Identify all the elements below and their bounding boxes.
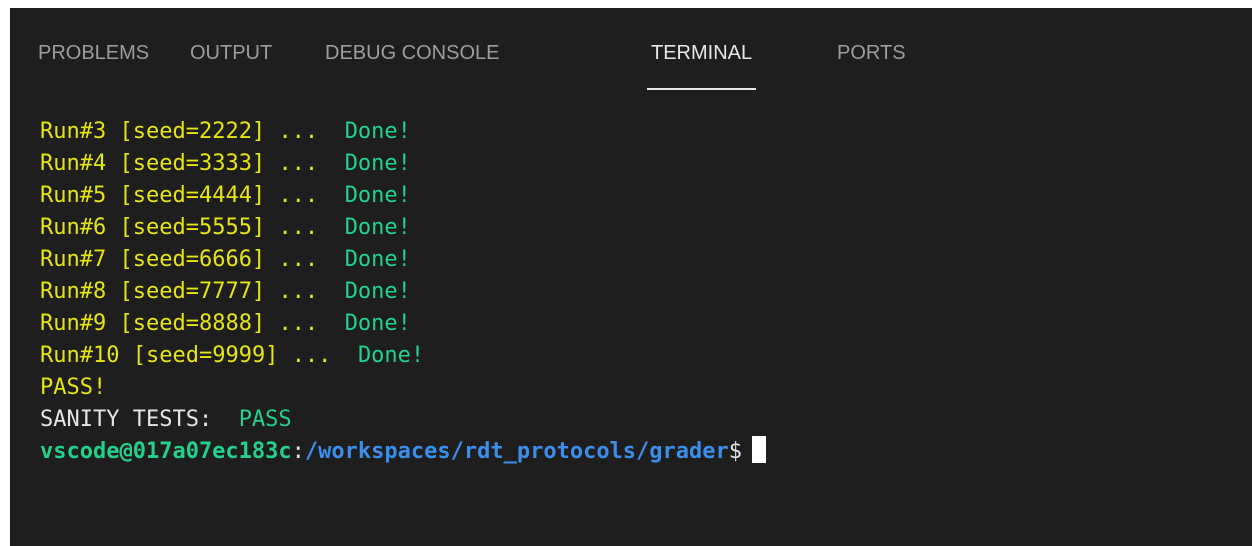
run-seed: [seed=5555] (119, 215, 266, 240)
run-status: Done! (344, 247, 411, 272)
terminal-line: Run#3 [seed=2222] ... Done! (40, 116, 411, 148)
tab-ports[interactable]: PORTS (837, 42, 906, 65)
tab-terminal-label: TERMINAL (651, 42, 753, 64)
pass-line: PASS! (40, 375, 107, 400)
tab-debug-console[interactable]: DEBUG CONSOLE (325, 42, 499, 65)
run-seed: [seed=6666] (119, 247, 266, 272)
sanity-tests-result: PASS (238, 407, 292, 432)
run-status: Done! (357, 343, 425, 368)
run-seed: [seed=9999] (132, 343, 279, 368)
terminal-line: Run#4 [seed=3333] ... Done! (40, 148, 411, 180)
terminal-line: SANITY TESTS: PASS (40, 404, 292, 436)
run-label: Run#9 (40, 311, 107, 336)
run-label: Run#6 (40, 215, 107, 240)
panel-tab-bar: PROBLEMS OUTPUT DEBUG CONSOLE TERMINAL P… (10, 8, 1252, 98)
run-seed: [seed=4444] (119, 183, 266, 208)
terminal-line: PASS! (40, 372, 106, 404)
tab-output[interactable]: OUTPUT (190, 42, 272, 65)
run-label: Run#8 (40, 279, 107, 304)
terminal-line: Run#9 [seed=8888] ... Done! (40, 308, 411, 340)
run-dots: ... (278, 247, 319, 272)
run-dots: ... (278, 311, 319, 336)
run-status: Done! (344, 279, 411, 304)
terminal-cursor (752, 436, 767, 463)
run-dots: ... (278, 215, 319, 240)
terminal-line: Run#5 [seed=4444] ... Done! (40, 180, 411, 212)
run-seed: [seed=7777] (119, 279, 266, 304)
prompt-user-host: vscode@017a07ec183c (40, 439, 292, 464)
run-label: Run#4 (40, 151, 107, 176)
tab-terminal[interactable]: TERMINAL (647, 42, 757, 90)
prompt-path: /workspaces/rdt_protocols/grader (304, 439, 729, 464)
run-label: Run#10 (40, 343, 120, 368)
terminal-panel: PROBLEMS OUTPUT DEBUG CONSOLE TERMINAL P… (10, 8, 1252, 546)
run-dots: ... (278, 151, 319, 176)
run-label: Run#7 (40, 247, 107, 272)
run-seed: [seed=8888] (119, 311, 266, 336)
terminal-line: Run#6 [seed=5555] ... Done! (40, 212, 411, 244)
run-seed: [seed=2222] (119, 119, 266, 144)
active-tab-indicator (647, 88, 757, 90)
run-status: Done! (344, 215, 411, 240)
tab-problems[interactable]: PROBLEMS (38, 42, 149, 65)
run-status: Done! (344, 119, 411, 144)
run-seed: [seed=3333] (119, 151, 266, 176)
run-dots: ... (278, 119, 319, 144)
run-status: Done! (344, 311, 411, 336)
run-dots: ... (278, 279, 319, 304)
prompt-separator: : (291, 439, 305, 464)
run-dots: ... (278, 183, 319, 208)
run-label: Run#3 (40, 119, 107, 144)
terminal-output[interactable]: Run#3 [seed=2222] ... Done! Run#4 [seed=… (10, 116, 1252, 546)
run-dots: ... (291, 343, 332, 368)
terminal-line: Run#10 [seed=9999] ... Done! (40, 340, 424, 372)
run-label: Run#5 (40, 183, 107, 208)
run-status: Done! (344, 151, 411, 176)
terminal-line: Run#8 [seed=7777] ... Done! (40, 276, 411, 308)
sanity-tests-label: SANITY TESTS: (40, 407, 213, 432)
prompt-symbol: $ (728, 439, 743, 464)
run-status: Done! (344, 183, 411, 208)
terminal-prompt-line[interactable]: vscode@017a07ec183c:/workspaces/rdt_prot… (40, 436, 767, 468)
terminal-line: Run#7 [seed=6666] ... Done! (40, 244, 411, 276)
